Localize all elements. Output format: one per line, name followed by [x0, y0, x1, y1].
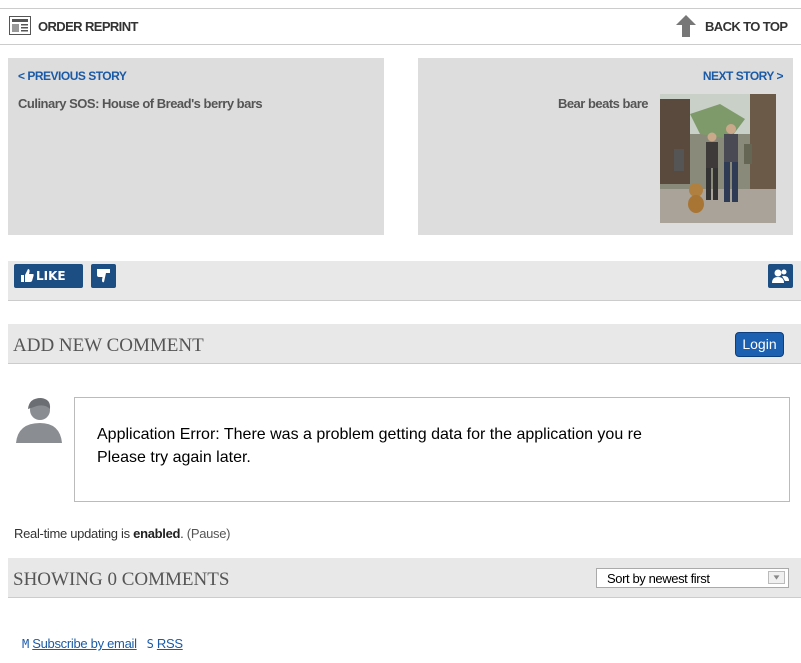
rss-link[interactable]: RSS [157, 636, 183, 651]
realtime-status: Real-time updating is enabled. (Pause) [14, 526, 231, 541]
subscribe-email-link[interactable]: Subscribe by email [32, 636, 137, 651]
next-story-title[interactable]: Bear beats bare [558, 96, 649, 111]
email-icon: M [22, 637, 29, 651]
top-toolbar: ORDER REPRINT BACK TO TOP [0, 8, 801, 45]
pause-link[interactable]: (Pause) [187, 526, 231, 541]
profile-icon [772, 269, 789, 283]
dislike-button[interactable] [91, 264, 116, 288]
subscribe-links: M Subscribe by email S RSS [22, 636, 183, 651]
error-message-line: Application Error: There was a problem g… [97, 426, 642, 443]
arrow-up-icon[interactable] [675, 14, 697, 38]
next-story-thumbnail[interactable] [660, 94, 776, 223]
sort-select[interactable]: Sort by newest first [596, 568, 789, 588]
add-comment-header: ADD NEW COMMENT Login [8, 324, 801, 364]
like-label: LIKE [36, 269, 66, 283]
error-message: Application Error: There was a problem g… [97, 423, 642, 469]
sort-selected-value: Sort by newest first [607, 571, 710, 586]
avatar [14, 395, 64, 443]
comment-error-box: Application Error: There was a problem g… [74, 397, 790, 502]
like-button[interactable]: LIKE [14, 264, 83, 288]
previous-story-title[interactable]: Culinary SOS: House of Bread's berry bar… [18, 96, 263, 111]
reaction-bar: LIKE [8, 261, 801, 301]
newspaper-icon[interactable] [9, 16, 31, 35]
thumbs-up-icon [21, 269, 34, 282]
back-to-top-link[interactable]: BACK TO TOP [705, 19, 788, 34]
realtime-state: enabled [133, 526, 181, 541]
comments-count-title: SHOWING 0 COMMENTS [13, 569, 230, 590]
thumbs-down-icon [97, 269, 110, 283]
realtime-suffix: . [180, 526, 187, 541]
previous-story-link[interactable]: < PREVIOUS STORY [18, 69, 127, 83]
comments-count-header: SHOWING 0 COMMENTS Sort by newest first [8, 558, 801, 598]
previous-story-panel[interactable]: < PREVIOUS STORY Culinary SOS: House of … [8, 58, 384, 235]
profile-button[interactable] [768, 264, 793, 288]
add-comment-title: ADD NEW COMMENT [13, 335, 204, 356]
next-story-panel[interactable]: NEXT STORY > Bear beats bare [418, 58, 793, 235]
dropdown-arrow-icon[interactable] [768, 571, 785, 584]
rss-icon: S [146, 637, 154, 651]
realtime-prefix: Real-time updating is [14, 526, 134, 541]
error-message-line: Please try again later. [97, 449, 251, 466]
next-story-link[interactable]: NEXT STORY > [703, 69, 784, 83]
order-reprint-link[interactable]: ORDER REPRINT [38, 19, 138, 34]
login-button[interactable]: Login [735, 332, 784, 357]
